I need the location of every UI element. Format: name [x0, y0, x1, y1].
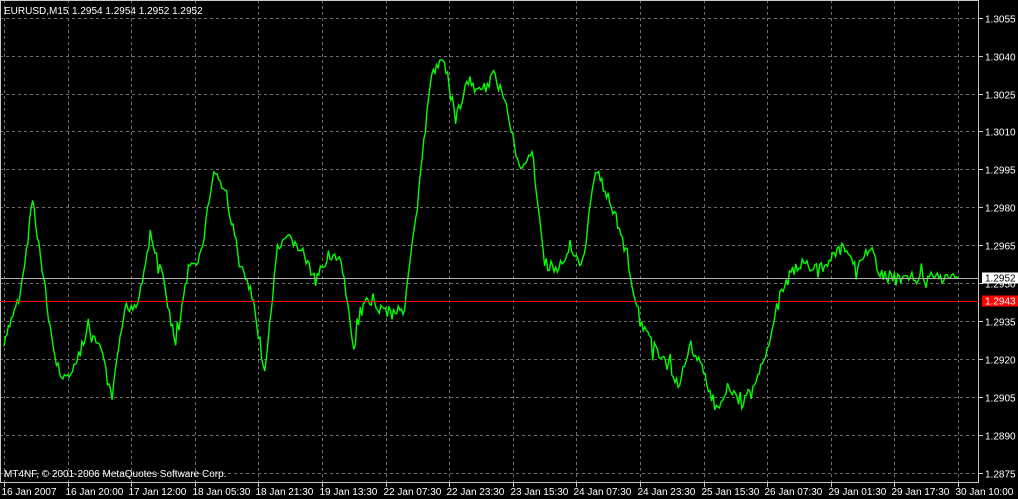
y-tick-label: 1.3040: [985, 53, 1016, 64]
x-tick-label: 18 Jan 21:30: [256, 487, 314, 498]
y-tick-label: 1.3010: [985, 128, 1016, 139]
symbol-timeframe: EURUSD,M15: [4, 6, 69, 17]
marker-price-label: 1.2943: [982, 295, 1018, 308]
x-tick-label: 22 Jan 23:30: [447, 487, 505, 498]
x-tick-label: 16 Jan 2007: [2, 487, 57, 498]
x-tick-label: 24 Jan 07:30: [574, 487, 632, 498]
current-price-label: 1.2952: [982, 272, 1018, 285]
y-tick-label: 1.3055: [985, 15, 1016, 26]
x-tick-label: 24 Jan 23:30: [638, 487, 696, 498]
x-tick-label: 19 Jan 13:30: [320, 487, 378, 498]
x-tick-label: 29 Jan 01:30: [829, 487, 887, 498]
copyright-text: MT4NF, © 2001-2006 MetaQuotes Software C…: [4, 469, 226, 480]
y-tick-label: 1.2920: [985, 356, 1016, 367]
price-chart[interactable]: 1.3055 1.3040 1.3025 1.3010 1.2995 1.2980 1.29…: [0, 0, 1018, 499]
y-tick-label: 1.2995: [985, 166, 1016, 177]
current-price-value: 1.2952: [985, 274, 1016, 285]
x-tick-label: 17 Jan 12:00: [129, 487, 187, 498]
y-tick-label: 1.2875: [985, 470, 1016, 481]
y-tick-label: 1.2980: [985, 204, 1016, 215]
y-tick-label: 1.2890: [985, 432, 1016, 443]
ohlc-readout: 1.2954 1.2954 1.2952 1.2952: [72, 6, 203, 17]
marker-price-value: 1.2943: [985, 297, 1016, 308]
x-tick-label: 18 Jan 05:30: [193, 487, 251, 498]
x-tick-label: 29 Jan 17:30: [892, 487, 950, 498]
y-tick-label: 1.2935: [985, 318, 1016, 329]
x-tick-label: 23 Jan 15:30: [511, 487, 569, 498]
y-tick-label: 1.3025: [985, 91, 1016, 102]
x-tick-label: 22 Jan 07:30: [384, 487, 442, 498]
x-tick-label: 26 Jan 07:30: [765, 487, 823, 498]
y-tick-label: 1.2905: [985, 394, 1016, 405]
x-tick-label: 16 Jan 20:00: [66, 487, 124, 498]
x-tick-label: 30 Jan 10:00: [956, 487, 1014, 498]
x-tick-label: 25 Jan 15:30: [702, 487, 760, 498]
y-tick-label: 1.2965: [985, 242, 1016, 253]
